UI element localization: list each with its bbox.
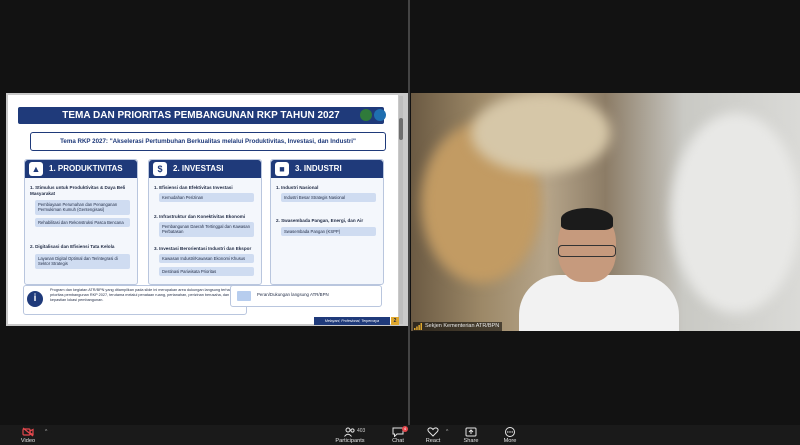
chat-badge: 4 (402, 426, 408, 432)
chevron-up-icon[interactable]: ^ (446, 429, 448, 435)
column-header: ■ 3. INDUSTRI (271, 160, 383, 178)
background-blur (471, 93, 611, 173)
person-shirt (519, 275, 679, 331)
column-industri: ■ 3. INDUSTRI 1. Industri Nasional Indus… (270, 159, 384, 285)
priority-item: 2. Digitalisasi dan Efisiensi Tata Kelol… (30, 244, 115, 249)
more-label: More (503, 438, 517, 444)
person-hair (561, 208, 613, 230)
shared-screen: TEMA DAN PRIORITAS PEMBANGUNAN RKP TAHUN… (6, 93, 408, 326)
program-chip: Pembiayaan Perumahan dan Penanganan Perm… (35, 200, 130, 215)
slide-title: TEMA DAN PRIORITAS PEMBANGUNAN RKP TAHUN… (18, 107, 384, 124)
share-button[interactable]: Share (451, 425, 491, 445)
chevron-up-icon[interactable]: ^ (45, 429, 47, 435)
priority-item: 1. Stimulus untuk Produktivitas & Daya B… (30, 185, 126, 196)
factory-icon: ■ (275, 162, 289, 176)
column-header: $ 2. INVESTASI (149, 160, 261, 178)
theme-banner: Tema RKP 2027: "Akselerasi Pertumbuhan B… (30, 132, 386, 151)
chart-up-icon: ▲ (29, 162, 43, 176)
chat-button[interactable]: 4 Chat (378, 425, 418, 445)
react-button[interactable]: React (413, 425, 453, 445)
column-heading: 3. INDUSTRI (295, 164, 342, 173)
legend-text: Peran/Dukungan langsung ATR/BPN (257, 292, 329, 297)
share-label: Share (463, 438, 479, 444)
participants-button[interactable]: 403 Participants (330, 425, 370, 445)
column-produktivitas: ▲ 1. PRODUKTIVITAS 1. Stimulus untuk Pro… (24, 159, 138, 285)
column-investasi: $ 2. INVESTASI 1. Efisiensi dan Efektivi… (148, 159, 262, 285)
column-heading: 2. INVESTASI (173, 164, 224, 173)
participants-label: Participants (335, 438, 365, 444)
presentation-slide: TEMA DAN PRIORITAS PEMBANGUNAN RKP TAHUN… (8, 95, 399, 325)
program-chip: Destinasi Pariwisata Prioritas (159, 267, 254, 277)
priority-item: 2. Swasembada Pangan, Energi, dan Air (276, 218, 364, 223)
video-off-icon (22, 427, 34, 437)
participants-count: 403 (357, 428, 366, 434)
chat-label: Chat (392, 438, 404, 444)
coins-icon: $ (153, 162, 167, 176)
signal-strength-icon (414, 323, 422, 330)
program-chip: Industri Besar Strategis Nasional (281, 193, 376, 203)
program-chip: Rehabilitasi dan Rekonstruksi Pasca Benc… (35, 218, 130, 228)
slide-footer: Melayani, Profesional, Terpercaya (314, 317, 390, 325)
column-heading: 1. PRODUKTIVITAS (49, 164, 123, 173)
atr-bpn-logo-icon (360, 109, 372, 121)
info-icon: i (27, 291, 43, 307)
note-text: Program dan kegiatan ATR/BPN yang ditamp… (50, 288, 237, 302)
priority-item: 3. Investasi Berorientasi Industri dan E… (154, 246, 252, 251)
ministry-logo-icon (374, 109, 386, 121)
program-chip: Pembangunan Daerah Tertinggal dan Kawasa… (159, 222, 254, 237)
legend: Peran/Dukungan langsung ATR/BPN (230, 285, 382, 307)
video-label: Video (20, 438, 36, 444)
column-header: ▲ 1. PRODUKTIVITAS (25, 160, 137, 178)
video-button[interactable]: Video (8, 425, 48, 445)
participant-name-tag: Sekjen Kementerian ATR/BPN (413, 322, 503, 331)
info-note: i Program dan kegiatan ATR/BPN yang dita… (23, 285, 247, 315)
legend-swatch (237, 291, 251, 301)
scrollbar-thumb[interactable] (399, 118, 403, 140)
program-chip: Swasembada Pangan (KSPP) (281, 227, 376, 237)
priority-item: 1. Industri Nasional (276, 185, 319, 190)
page-number: 2 (391, 317, 399, 325)
react-label: React (425, 438, 441, 444)
more-icon (505, 427, 515, 437)
priority-item: 1. Efisiensi dan Efektivitas Investasi (154, 185, 233, 190)
program-chip: Kemudahan Perizinan (159, 193, 254, 203)
meeting-toolbar: Video ^ 403 Participants 4 Chat React ^ … (0, 425, 800, 445)
more-button[interactable]: More (490, 425, 530, 445)
split-divider[interactable] (408, 0, 410, 425)
participants-icon (344, 427, 355, 437)
priority-item: 2. Infrastruktur dan Konektivitas Ekonom… (154, 214, 246, 219)
glasses (558, 245, 616, 257)
participant-video[interactable]: Sekjen Kementerian ATR/BPN (411, 93, 800, 331)
heart-icon (427, 427, 439, 437)
background-blur (671, 113, 800, 313)
program-chip: Layanan Digital Optimal dan Terintegrasi… (35, 254, 130, 269)
share-screen-icon (465, 427, 477, 437)
program-chip: Kawasan Industri/Kawasan Ekonomi Khusus (159, 254, 254, 264)
